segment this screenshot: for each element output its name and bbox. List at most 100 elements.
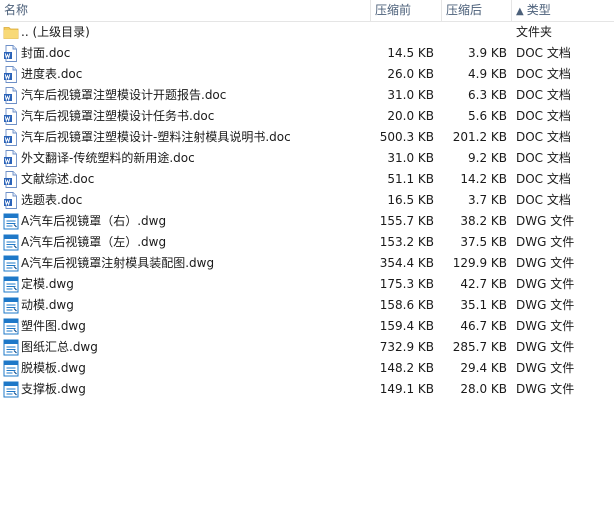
file-size: 158.6 KB bbox=[379, 298, 434, 312]
file-size: 175.3 KB bbox=[379, 277, 434, 291]
column-header-packed[interactable]: 压缩后 bbox=[442, 0, 512, 21]
file-row[interactable]: 文献综述.doc 51.1 KB 14.2 KB DOC 文档 bbox=[0, 169, 614, 190]
file-row[interactable]: A汽车后视镜罩注射模具装配图.dwg 354.4 KB 129.9 KB DWG 文件 bbox=[0, 253, 614, 274]
dwg-file-icon bbox=[3, 213, 19, 230]
file-row[interactable]: 封面.doc 14.5 KB 3.9 KB DOC 文档 bbox=[0, 43, 614, 64]
file-type: DOC 文档 bbox=[516, 172, 571, 186]
file-type: DWG 文件 bbox=[516, 256, 575, 270]
file-size: 16.5 KB bbox=[387, 193, 434, 207]
file-packed-size: 5.6 KB bbox=[468, 109, 507, 123]
file-name: 选题表.doc bbox=[21, 193, 83, 207]
file-size: 31.0 KB bbox=[387, 88, 434, 102]
file-packed-size: 9.2 KB bbox=[468, 151, 507, 165]
file-type: DOC 文档 bbox=[516, 46, 571, 60]
file-row[interactable]: 选题表.doc 16.5 KB 3.7 KB DOC 文档 bbox=[0, 190, 614, 211]
file-name: 塑件图.dwg bbox=[21, 319, 86, 333]
file-row[interactable]: 汽车后视镜罩注塑模设计任务书.doc 20.0 KB 5.6 KB DOC 文档 bbox=[0, 106, 614, 127]
dwg-file-icon bbox=[3, 360, 19, 377]
doc-file-icon bbox=[3, 45, 19, 62]
file-packed-size: 201.2 KB bbox=[452, 130, 507, 144]
file-size: 51.1 KB bbox=[387, 172, 434, 186]
file-row[interactable]: .. (上级目录) 文件夹 bbox=[0, 22, 614, 43]
file-name: 封面.doc bbox=[21, 46, 71, 60]
file-name: 进度表.doc bbox=[21, 67, 83, 81]
file-type: DWG 文件 bbox=[516, 382, 575, 396]
file-size: 153.2 KB bbox=[379, 235, 434, 249]
file-type: DWG 文件 bbox=[516, 361, 575, 375]
file-packed-size: 35.1 KB bbox=[460, 298, 507, 312]
file-type: DOC 文档 bbox=[516, 130, 571, 144]
file-name: A汽车后视镜罩注射模具装配图.dwg bbox=[21, 256, 215, 270]
file-row[interactable]: 汽车后视镜罩注塑模设计开题报告.doc 31.0 KB 6.3 KB DOC 文档 bbox=[0, 85, 614, 106]
doc-file-icon bbox=[3, 87, 19, 104]
file-type: 文件夹 bbox=[516, 25, 553, 39]
file-name: A汽车后视镜罩（左）.dwg bbox=[21, 235, 167, 249]
file-row[interactable]: 外文翻译-传统塑料的新用途.doc 31.0 KB 9.2 KB DOC 文档 bbox=[0, 148, 614, 169]
file-row[interactable]: 定模.dwg 175.3 KB 42.7 KB DWG 文件 bbox=[0, 274, 614, 295]
file-size: 149.1 KB bbox=[379, 382, 434, 396]
doc-file-icon bbox=[3, 150, 19, 167]
file-type: DOC 文档 bbox=[516, 88, 571, 102]
file-packed-size: 38.2 KB bbox=[460, 214, 507, 228]
file-size: 14.5 KB bbox=[387, 46, 434, 60]
doc-file-icon bbox=[3, 171, 19, 188]
folder-icon bbox=[3, 24, 19, 41]
file-name: 汽车后视镜罩注塑模设计开题报告.doc bbox=[21, 88, 227, 102]
file-type: DWG 文件 bbox=[516, 298, 575, 312]
file-row[interactable]: A汽车后视镜罩（右）.dwg 155.7 KB 38.2 KB DWG 文件 bbox=[0, 211, 614, 232]
file-packed-size: 6.3 KB bbox=[468, 88, 507, 102]
dwg-file-icon bbox=[3, 276, 19, 293]
file-name: 定模.dwg bbox=[21, 277, 74, 291]
file-packed-size: 42.7 KB bbox=[460, 277, 507, 291]
column-header-size[interactable]: 压缩前 bbox=[371, 0, 442, 21]
column-header-name[interactable]: 名称 bbox=[0, 0, 371, 21]
sort-ascending-icon: ▲ bbox=[516, 6, 524, 17]
file-size: 354.4 KB bbox=[379, 256, 434, 270]
file-name: 外文翻译-传统塑料的新用途.doc bbox=[21, 151, 195, 165]
file-type: DWG 文件 bbox=[516, 340, 575, 354]
file-name: 动模.dwg bbox=[21, 298, 74, 312]
file-name: 汽车后视镜罩注塑模设计任务书.doc bbox=[21, 109, 215, 123]
dwg-file-icon bbox=[3, 234, 19, 251]
file-size: 159.4 KB bbox=[379, 319, 434, 333]
file-packed-size: 3.9 KB bbox=[468, 46, 507, 60]
file-row[interactable]: 动模.dwg 158.6 KB 35.1 KB DWG 文件 bbox=[0, 295, 614, 316]
file-row[interactable]: 脱模板.dwg 148.2 KB 29.4 KB DWG 文件 bbox=[0, 358, 614, 379]
file-size: 31.0 KB bbox=[387, 151, 434, 165]
file-packed-size: 285.7 KB bbox=[452, 340, 507, 354]
file-size: 500.3 KB bbox=[379, 130, 434, 144]
file-packed-size: 28.0 KB bbox=[460, 382, 507, 396]
file-type: DOC 文档 bbox=[516, 193, 571, 207]
file-size: 155.7 KB bbox=[379, 214, 434, 228]
file-packed-size: 29.4 KB bbox=[460, 361, 507, 375]
file-type: DOC 文档 bbox=[516, 67, 571, 81]
file-packed-size: 46.7 KB bbox=[460, 319, 507, 333]
file-name: 脱模板.dwg bbox=[21, 361, 86, 375]
file-type: DOC 文档 bbox=[516, 109, 571, 123]
file-row[interactable]: 汽车后视镜罩注塑模设计-塑料注射模具说明书.doc 500.3 KB 201.2 K… bbox=[0, 127, 614, 148]
dwg-file-icon bbox=[3, 297, 19, 314]
dwg-file-icon bbox=[3, 255, 19, 272]
file-packed-size: 37.5 KB bbox=[460, 235, 507, 249]
file-row[interactable]: 图纸汇总.dwg 732.9 KB 285.7 KB DWG 文件 bbox=[0, 337, 614, 358]
doc-file-icon bbox=[3, 108, 19, 125]
file-type: DWG 文件 bbox=[516, 319, 575, 333]
file-type: DWG 文件 bbox=[516, 277, 575, 291]
file-row[interactable]: 进度表.doc 26.0 KB 4.9 KB DOC 文档 bbox=[0, 64, 614, 85]
file-row[interactable]: 塑件图.dwg 159.4 KB 46.7 KB DWG 文件 bbox=[0, 316, 614, 337]
doc-file-icon bbox=[3, 192, 19, 209]
file-row[interactable]: A汽车后视镜罩（左）.dwg 153.2 KB 37.5 KB DWG 文件 bbox=[0, 232, 614, 253]
dwg-file-icon bbox=[3, 381, 19, 398]
doc-file-icon bbox=[3, 66, 19, 83]
file-type: DWG 文件 bbox=[516, 214, 575, 228]
file-row[interactable]: 支撑板.dwg 149.1 KB 28.0 KB DWG 文件 bbox=[0, 379, 614, 400]
file-name: 支撑板.dwg bbox=[21, 382, 86, 396]
column-header-bar: 名称 压缩前 压缩后 ▲ 类型 bbox=[0, 0, 614, 22]
file-name: 文献综述.doc bbox=[21, 172, 95, 186]
file-name: 图纸汇总.dwg bbox=[21, 340, 98, 354]
file-name: 汽车后视镜罩注塑模设计-塑料注射模具说明书.doc bbox=[21, 130, 291, 144]
file-size: 26.0 KB bbox=[387, 67, 434, 81]
column-header-type[interactable]: ▲ 类型 bbox=[512, 0, 614, 21]
file-packed-size: 129.9 KB bbox=[452, 256, 507, 270]
dwg-file-icon bbox=[3, 339, 19, 356]
